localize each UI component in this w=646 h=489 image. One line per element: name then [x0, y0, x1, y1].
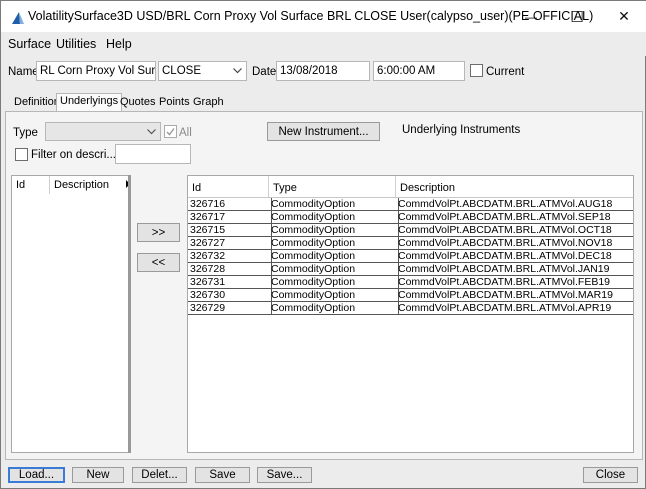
cell-description: CommdVolPt.ABCDATM.BRL.ATMVol.AUG18	[398, 198, 613, 210]
column-header-description[interactable]: Description	[396, 176, 633, 197]
all-checkbox[interactable]	[164, 125, 177, 138]
chevron-down-icon	[233, 68, 242, 74]
name-field[interactable]: RL Corn Proxy Vol Surface	[36, 61, 156, 81]
add-underlying-button[interactable]: >>	[137, 223, 180, 242]
minimize-icon: —	[525, 9, 537, 24]
cell-type: CommodityOption	[269, 237, 399, 249]
cell-id: 326730	[188, 289, 272, 301]
cell-id: 326727	[188, 237, 272, 249]
filter-description-input[interactable]	[115, 144, 191, 164]
cell-description: CommdVolPt.ABCDATM.BRL.ATMVol.APR19	[398, 302, 612, 314]
load-button[interactable]: Load...	[8, 467, 65, 483]
cell-description: CommdVolPt.ABCDATM.BRL.ATMVol.DEC18	[398, 250, 612, 262]
maximize-icon: ☐	[570, 8, 584, 26]
table-row[interactable]: 326716 CommodityOption CommdVolPt.ABCDATM.…	[188, 198, 633, 211]
table-row[interactable]: 326732 CommodityOption CommdVolPt.ABCDATM.…	[188, 250, 633, 263]
type-select[interactable]: CLOSE	[158, 61, 247, 81]
menu-surface[interactable]: Surface	[8, 37, 51, 51]
available-underlyings-table[interactable]: Id Description	[11, 175, 130, 453]
application-window: VolatilitySurface3D USD/BRL Corn Proxy V…	[0, 0, 646, 489]
name-label: Name	[8, 66, 39, 78]
cell-id: 326717	[188, 211, 272, 223]
tab-quotes[interactable]: Quotes	[117, 95, 158, 112]
cell-id: 326715	[188, 224, 272, 236]
filter-description-checkbox[interactable]	[15, 148, 28, 161]
cell-type: CommodityOption	[269, 211, 399, 223]
table-row[interactable]: 326730 CommodityOption CommdVolPt.ABCDATM.…	[188, 289, 633, 302]
new-button[interactable]: New	[72, 467, 124, 483]
column-header-type[interactable]: Type	[269, 176, 396, 197]
save-as-button[interactable]: Save...	[257, 467, 312, 483]
cell-type: CommodityOption	[269, 198, 399, 210]
delete-button[interactable]: Delet...	[132, 467, 187, 483]
all-label: All	[179, 127, 192, 139]
remove-underlying-button[interactable]: <<	[137, 253, 180, 272]
cell-type: CommodityOption	[269, 276, 399, 288]
save-button[interactable]: Save	[195, 467, 250, 483]
table-row[interactable]: 326731 CommodityOption CommdVolPt.ABCDATM.…	[188, 276, 633, 289]
table-row[interactable]: 326727 CommodityOption CommdVolPt.ABCDATM.…	[188, 237, 633, 250]
cell-id: 326728	[188, 263, 272, 275]
cell-description: CommdVolPt.ABCDATM.BRL.ATMVol.MAR19	[398, 289, 613, 301]
type-select-value: CLOSE	[162, 65, 201, 77]
column-header-description[interactable]: Description	[50, 176, 130, 194]
table-body: 326716 CommodityOption CommdVolPt.ABCDATM.…	[188, 198, 633, 315]
tab-points[interactable]: Points	[156, 95, 193, 112]
tab-graph[interactable]: Graph	[190, 95, 227, 112]
menu-bar: Surface Utilities Help	[1, 32, 646, 56]
splitter[interactable]	[128, 175, 131, 453]
column-header-id[interactable]: Id	[188, 176, 269, 197]
minimize-button[interactable]: —	[508, 1, 554, 32]
new-instrument-button[interactable]: New Instrument...	[267, 122, 380, 141]
close-button[interactable]: Close	[583, 467, 638, 483]
date-field[interactable]: 13/08/2018	[276, 61, 370, 81]
table-row[interactable]: 326729 CommodityOption CommdVolPt.ABCDATM.…	[188, 302, 633, 315]
column-header-id[interactable]: Id	[12, 176, 50, 194]
table-row[interactable]: 326717 CommodityOption CommdVolPt.ABCDATM.…	[188, 211, 633, 224]
table-row[interactable]: 326728 CommodityOption CommdVolPt.ABCDATM.…	[188, 263, 633, 276]
menu-utilities[interactable]: Utilities	[56, 37, 96, 51]
underlying-instruments-label: Underlying Instruments	[402, 124, 521, 136]
cell-type: CommodityOption	[269, 302, 399, 314]
cell-type: CommodityOption	[269, 250, 399, 262]
type-label: Type	[13, 127, 38, 139]
cell-type: CommodityOption	[269, 263, 399, 275]
cell-description: CommdVolPt.ABCDATM.BRL.ATMVol.FEB19	[398, 276, 611, 288]
maximize-button[interactable]: ☐	[554, 1, 600, 32]
current-checkbox[interactable]	[470, 64, 483, 77]
cell-id: 326732	[188, 250, 272, 262]
title-bar: VolatilitySurface3D USD/BRL Corn Proxy V…	[1, 1, 646, 32]
close-icon: ✕	[618, 8, 630, 24]
cell-description: CommdVolPt.ABCDATM.BRL.ATMVol.JAN19	[398, 263, 610, 275]
filter-description-label: Filter on descri...	[31, 149, 116, 161]
time-field[interactable]: 6:00:00 AM	[373, 61, 465, 81]
cell-description: CommdVolPt.ABCDATM.BRL.ATMVol.NOV18	[398, 237, 613, 249]
cell-id: 326729	[188, 302, 272, 314]
date-label: Date	[252, 66, 277, 78]
cell-id: 326716	[188, 198, 272, 210]
selected-underlyings-table[interactable]: Id Type Description 326716 CommodityOptio…	[187, 175, 634, 453]
current-label: Current	[486, 66, 525, 78]
menu-help[interactable]: Help	[106, 37, 132, 51]
chevron-down-icon	[147, 129, 156, 135]
tab-underlyings[interactable]: Underlyings	[56, 93, 123, 112]
app-logo-icon	[12, 12, 24, 24]
checkmark-icon	[166, 128, 175, 136]
cell-description: CommdVolPt.ABCDATM.BRL.ATMVol.OCT18	[398, 224, 612, 236]
close-window-button[interactable]: ✕	[601, 1, 646, 32]
table-row[interactable]: 326715 CommodityOption CommdVolPt.ABCDATM.…	[188, 224, 633, 237]
cell-id: 326731	[188, 276, 272, 288]
cell-type: CommodityOption	[269, 224, 399, 236]
type-filter-select[interactable]	[45, 122, 161, 141]
cell-description: CommdVolPt.ABCDATM.BRL.ATMVol.SEP18	[398, 211, 611, 223]
cell-type: CommodityOption	[269, 289, 399, 301]
